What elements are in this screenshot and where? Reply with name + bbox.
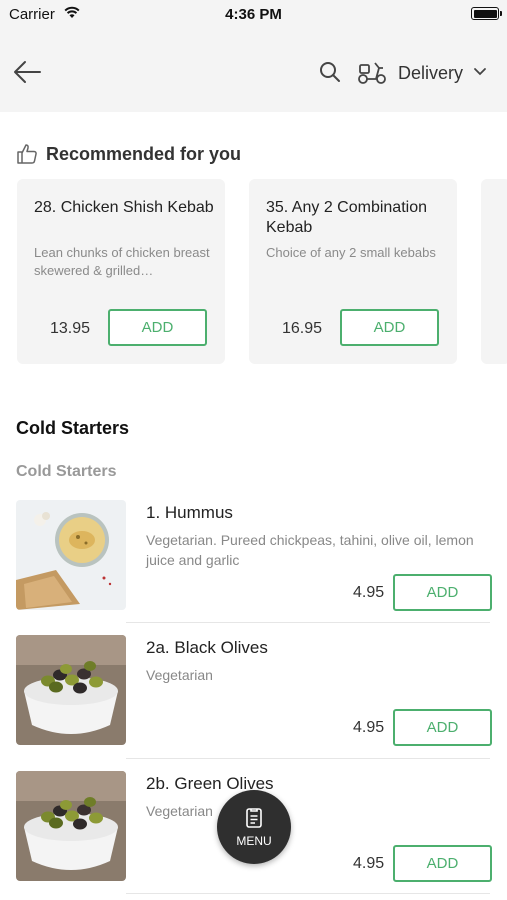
item-description: Choice of any 2 small kebabs <box>266 245 436 260</box>
search-icon[interactable] <box>318 60 342 84</box>
hummus-image <box>16 500 126 610</box>
item-name: 35. Any 2 Combination Kebab <box>266 199 427 236</box>
app-header: Delivery <box>0 30 507 112</box>
divider <box>126 758 490 759</box>
recommended-card-partial[interactable] <box>481 179 507 364</box>
menu-list-icon <box>246 808 262 828</box>
menu-item[interactable]: 2a. Black Olives Vegetarian 4.95 ADD <box>0 635 507 765</box>
add-button[interactable]: ADD <box>393 574 492 611</box>
recommended-card[interactable]: 28. Chicken Shish Kebab Lean chunks of c… <box>17 179 225 364</box>
add-button[interactable]: ADD <box>340 309 439 346</box>
item-name: 28. Chicken Shish Kebab <box>34 199 214 216</box>
recommended-card[interactable]: 35. Any 2 Combination Kebab Choice of an… <box>249 179 457 364</box>
item-price: 4.95 <box>353 719 385 736</box>
menu-button[interactable]: MENU <box>217 790 291 864</box>
item-price: 4.95 <box>353 584 385 601</box>
subsection-title: Cold Starters <box>16 463 117 480</box>
black-olives-image <box>16 635 126 745</box>
item-description: Lean chunks of chicken breast skewered &… <box>34 245 210 278</box>
battery-icon <box>471 7 502 20</box>
thumbs-up-icon <box>17 144 37 164</box>
green-olives-image <box>16 771 126 881</box>
divider <box>126 622 490 623</box>
menu-button-label: MENU <box>236 834 272 848</box>
add-button[interactable]: ADD <box>393 709 492 746</box>
item-name: 1. Hummus <box>146 503 233 522</box>
chevron-down-icon[interactable] <box>473 66 487 78</box>
add-button[interactable]: ADD <box>108 309 207 346</box>
status-bar: Carrier 4:36 PM <box>0 0 507 30</box>
item-price: 16.95 <box>282 320 323 337</box>
item-price: 13.95 <box>50 320 91 337</box>
scooter-icon[interactable] <box>357 59 387 85</box>
menu-item[interactable]: 1. Hummus Vegetarian. Pureed chickpeas, … <box>0 500 507 630</box>
clock: 4:36 PM <box>225 6 282 23</box>
recommended-title: Recommended for you <box>46 144 242 164</box>
section-title: Cold Starters <box>16 418 130 438</box>
back-arrow-icon[interactable] <box>12 58 44 86</box>
delivery-mode-selector[interactable]: Delivery <box>398 63 463 84</box>
item-description: Vegetarian. Pureed chickpeas, tahini, ol… <box>146 532 474 568</box>
item-name: 2a. Black Olives <box>146 638 268 657</box>
item-description: Vegetarian <box>146 803 213 819</box>
divider <box>126 893 490 894</box>
add-button[interactable]: ADD <box>393 845 492 882</box>
item-description: Vegetarian <box>146 667 213 683</box>
item-price: 4.95 <box>353 855 385 872</box>
